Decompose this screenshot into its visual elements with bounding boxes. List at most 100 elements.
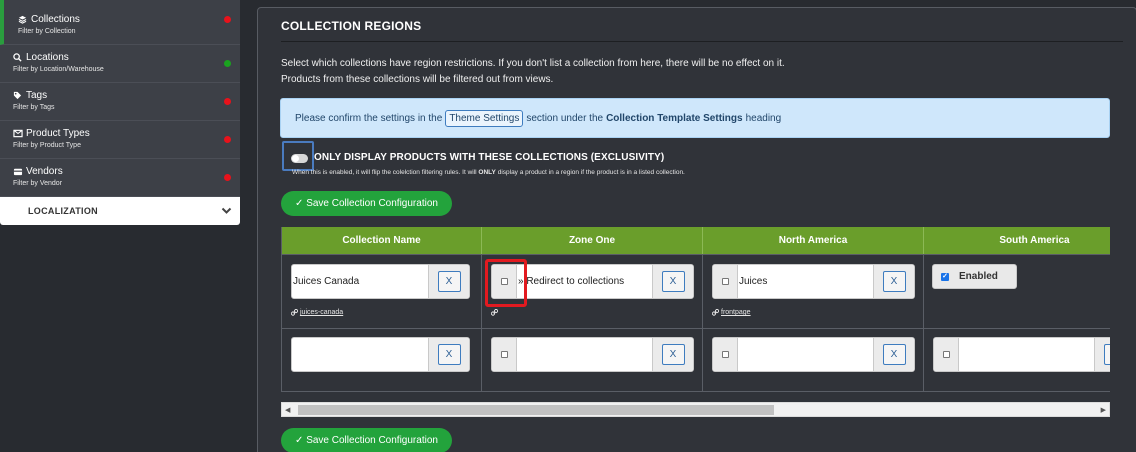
exclusivity-note: When this is enabled, it will flip the c… xyxy=(292,169,685,176)
link-icon xyxy=(712,309,719,316)
column-header: Zone One xyxy=(482,227,703,254)
link-icon xyxy=(491,309,498,316)
search-location-icon xyxy=(13,53,24,62)
link-icon xyxy=(291,309,298,316)
sidebar-item-sub: Filter by Collection xyxy=(18,28,76,35)
zone-one-value xyxy=(517,338,652,371)
layers-icon xyxy=(18,15,29,24)
highlight-box xyxy=(485,259,527,307)
south-america-value xyxy=(959,338,1094,371)
sidebar-item-sub: Filter by Product Type xyxy=(13,142,81,149)
save-configuration-button[interactable]: ✓ Save Collection Configuration xyxy=(281,428,452,452)
sidebar-item-label: Product Types xyxy=(26,128,90,139)
collection-input-value: Juices Canada xyxy=(293,276,360,287)
collection-input[interactable]: Juices Canada X xyxy=(291,264,470,299)
north-america-checkbox[interactable] xyxy=(721,278,729,285)
theme-settings-button[interactable]: Theme Settings xyxy=(445,109,524,127)
regions-table: Collection Name Zone One North America S… xyxy=(281,227,1110,392)
sidebar-item-sub: Filter by Location/Warehouse xyxy=(13,66,104,73)
tag-icon xyxy=(13,91,24,100)
toggle-switch[interactable] xyxy=(291,154,308,163)
south-america-input[interactable]: X xyxy=(933,337,1110,372)
table-row: Juices Canada X juices-canada » Redirect… xyxy=(282,254,1110,328)
localization-label: LOCALIZATION xyxy=(28,206,98,216)
collection-cell: X xyxy=(282,329,482,391)
north-america-link[interactable]: frontpage xyxy=(712,309,751,316)
sidebar-item-label: Locations xyxy=(26,52,69,63)
sidebar-item-product-types[interactable]: Product Types Filter by Product Type xyxy=(0,121,240,159)
sidebar-item-vendors[interactable]: Vendors Filter by Vendor xyxy=(0,159,240,197)
south-america-checkbox[interactable] xyxy=(942,351,950,358)
sidebar-item-sub: Filter by Vendor xyxy=(13,180,63,187)
status-dot xyxy=(224,136,231,143)
sidebar: Collections Filter by Collection Locatio… xyxy=(0,0,240,225)
remove-button[interactable]: X xyxy=(437,271,461,292)
remove-button[interactable]: X xyxy=(882,344,906,365)
note-text-bold: ONLY xyxy=(478,169,496,176)
north-america-cell: Juices X frontpage xyxy=(703,255,924,328)
status-dot xyxy=(224,60,231,67)
collection-cell: Juices Canada X juices-canada xyxy=(282,255,482,328)
exclusivity-toggle[interactable] xyxy=(282,141,314,171)
description: Select which collections have region res… xyxy=(281,58,785,85)
remove-button[interactable]: X xyxy=(1103,344,1110,365)
north-america-link-text[interactable]: frontpage xyxy=(721,309,751,316)
zone-one-checkbox[interactable] xyxy=(500,351,508,358)
note-text-before: When this is enabled, it will flip the c… xyxy=(292,169,477,176)
collection-link-text[interactable]: juices-canada xyxy=(300,309,343,316)
collection-link[interactable]: juices-canada xyxy=(291,309,343,316)
remove-button[interactable]: X xyxy=(882,271,906,292)
zone-one-cell: » Redirect to collections X xyxy=(482,255,703,328)
north-america-input[interactable]: Juices X xyxy=(712,264,915,299)
remove-button[interactable]: X xyxy=(661,344,685,365)
north-america-value: Juices xyxy=(739,276,768,287)
south-america-cell: X xyxy=(924,329,1110,391)
zone-one-value: » Redirect to collections xyxy=(518,276,625,287)
sidebar-item-label: Tags xyxy=(26,90,48,101)
info-text-before: Please confirm the settings in the xyxy=(295,112,443,124)
column-header: Collection Name xyxy=(282,227,482,254)
remove-button[interactable]: X xyxy=(437,344,461,365)
product-type-icon xyxy=(13,129,24,138)
zone-one-link[interactable] xyxy=(491,309,498,316)
south-america-cell: ✓ Enabled xyxy=(924,255,1110,328)
north-america-checkbox[interactable] xyxy=(721,351,729,358)
north-america-cell: X xyxy=(703,329,924,391)
localization-toggle[interactable]: LOCALIZATION xyxy=(0,197,240,225)
remove-button[interactable]: X xyxy=(661,271,685,292)
collection-input[interactable]: X xyxy=(291,337,470,372)
scroll-right-icon[interactable]: ▶ xyxy=(1101,406,1106,414)
collection-regions-panel: COLLECTION REGIONS Select which collecti… xyxy=(257,7,1136,452)
chevron-down-icon xyxy=(221,207,232,214)
north-america-input[interactable]: X xyxy=(712,337,915,372)
sidebar-item-collections[interactable]: Collections Filter by Collection xyxy=(0,0,240,45)
exclusivity-title: ONLY DISPLAY PRODUCTS WITH THESE COLLECT… xyxy=(314,152,665,163)
info-text-after: heading xyxy=(745,112,782,124)
table-header: Collection Name Zone One North America S… xyxy=(282,227,1110,254)
column-header: South America xyxy=(924,227,1110,254)
south-america-enabled-toggle[interactable]: ✓ Enabled xyxy=(932,264,1017,289)
divider xyxy=(281,41,1123,42)
north-america-value xyxy=(738,338,873,371)
zone-one-input[interactable]: X xyxy=(491,337,694,372)
page-title: COLLECTION REGIONS xyxy=(281,19,422,33)
info-text-middle: section under the xyxy=(526,112,604,124)
scrollbar-thumb[interactable] xyxy=(298,405,774,415)
save-configuration-button[interactable]: ✓ Save Collection Configuration xyxy=(281,191,452,216)
checkbox-checked-icon[interactable]: ✓ xyxy=(941,272,949,281)
sidebar-item-label: Vendors xyxy=(26,166,63,177)
note-text-after: display a product in a region if the pro… xyxy=(497,169,685,176)
enabled-label: Enabled xyxy=(959,271,998,282)
table-scrollbar[interactable]: ◀ ▶ xyxy=(281,402,1110,417)
zone-one-cell: X xyxy=(482,329,703,391)
sidebar-item-tags[interactable]: Tags Filter by Tags xyxy=(0,83,240,121)
column-header: North America xyxy=(703,227,924,254)
sidebar-item-locations[interactable]: Locations Filter by Location/Warehouse xyxy=(0,45,240,83)
status-dot xyxy=(224,98,231,105)
scroll-left-icon[interactable]: ◀ xyxy=(285,406,290,414)
status-dot xyxy=(224,174,231,181)
vendor-icon xyxy=(13,167,24,176)
status-dot xyxy=(224,16,231,23)
info-text-bold: Collection Template Settings xyxy=(606,112,743,124)
collection-input-value xyxy=(292,338,428,371)
